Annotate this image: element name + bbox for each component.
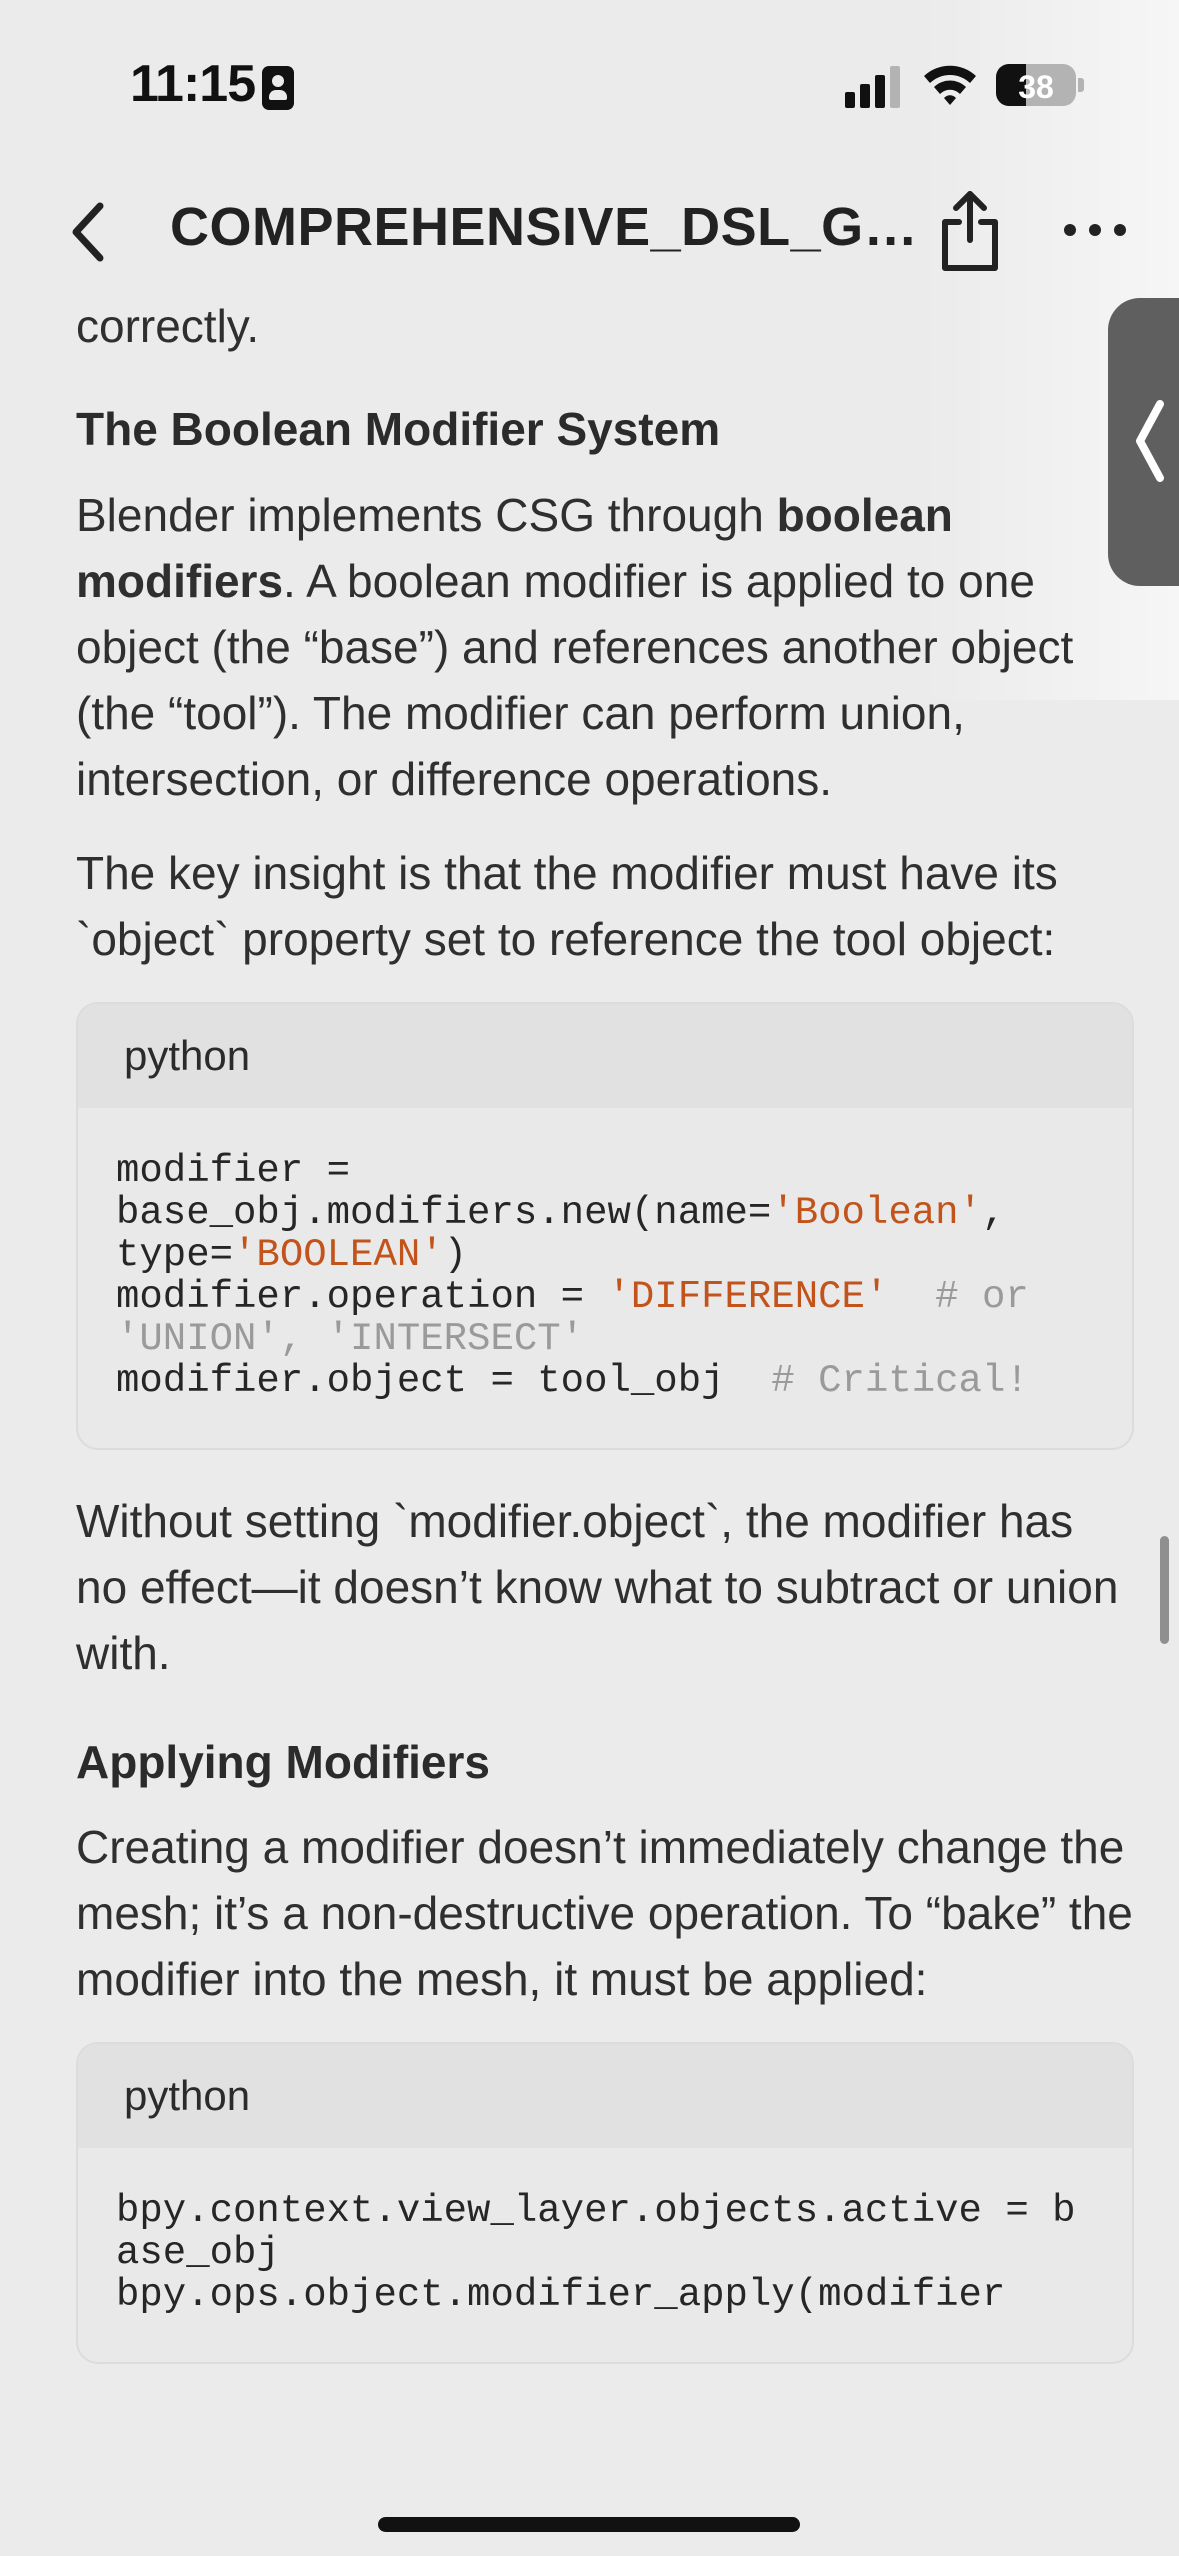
back-button[interactable] [60, 192, 120, 272]
code-string: 'BOOLEAN' [233, 1233, 444, 1277]
section-heading: The Boolean Modifier System [76, 403, 721, 455]
code-language-label: python [78, 2044, 1132, 2148]
code-block: python bpy.context.view_layer.objects.ac… [76, 2042, 1134, 2364]
chevron-left-icon [1136, 400, 1164, 482]
code-string: 'DIFFERENCE' [607, 1275, 889, 1319]
scrollbar-thumb[interactable] [1160, 1536, 1169, 1644]
code-text: modifier.object = tool_obj [116, 1359, 725, 1403]
paragraph: Creating a modifier doesn’t immediately … [76, 1821, 1133, 2005]
text-fragment: correctly. [76, 300, 260, 352]
paragraph: Blender implements CSG through boolean m… [76, 482, 1134, 812]
cellular-signal-icon [845, 64, 901, 108]
nav-bar: COMPREHENSIVE_DSL_GU... [0, 170, 1179, 290]
code-language-label: python [78, 1004, 1132, 1108]
section-heading: Applying Modifiers [76, 1736, 490, 1788]
more-button[interactable] [1060, 210, 1130, 250]
share-button[interactable] [935, 188, 1005, 274]
share-icon [942, 191, 998, 271]
paragraph: Without setting `modifier.object`, the m… [76, 1495, 1119, 1679]
status-time: 11:15 [130, 55, 256, 113]
code-string: 'Boolean' [771, 1191, 982, 1235]
code-content[interactable]: bpy.context.view_layer.objects.active = … [78, 2148, 1132, 2362]
code-text: modifier = base_obj.modifiers.new(name= [116, 1149, 772, 1235]
code-block: python modifier = base_obj.modifiers.new… [76, 1002, 1134, 1450]
home-indicator[interactable] [378, 2517, 800, 2532]
chevron-left-icon [72, 202, 104, 262]
document-title: COMPREHENSIVE_DSL_GU... [170, 197, 920, 257]
battery-icon: 38 [996, 64, 1076, 106]
contact-card-icon [262, 66, 294, 110]
battery-percent: 38 [1018, 69, 1054, 105]
code-comment: # Critical! [724, 1359, 1029, 1403]
paragraph: The key insight is that the modifier mus… [76, 847, 1058, 965]
battery-nub [1078, 78, 1084, 92]
paragraph-text: Blender implements CSG through [76, 489, 777, 541]
code-content[interactable]: modifier = base_obj.modifiers.new(name='… [78, 1108, 1132, 1448]
more-icon [1064, 224, 1126, 236]
wifi-icon [924, 65, 976, 105]
document-content: correctly. The Boolean Modifier System B… [76, 290, 1134, 2364]
status-bar: 11:15 38 [0, 0, 1179, 170]
